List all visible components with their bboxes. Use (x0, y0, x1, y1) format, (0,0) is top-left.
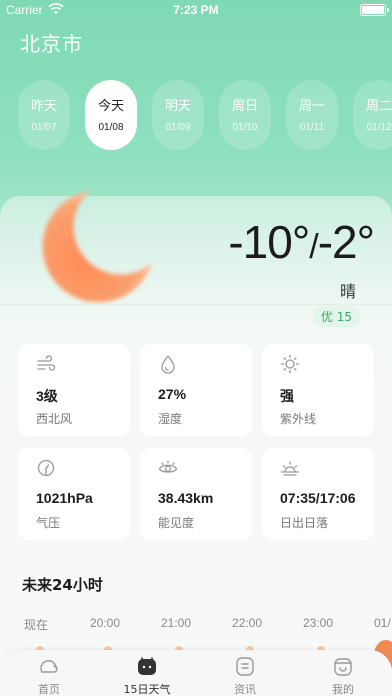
wind-value: 3级 (36, 388, 58, 404)
detail-tile-humidity: 27% 湿度 (140, 344, 252, 436)
humidity-label: 湿度 (158, 412, 183, 426)
detail-tile-wind: 3级 西北风 (18, 344, 130, 436)
battery-icon (360, 4, 389, 16)
temperature-range: -10°/-2° (228, 215, 375, 269)
tab-label: 资讯 (234, 683, 256, 696)
hourly-forecast-strip[interactable]: 现在 20:00 21:00 22:00 23:00 01/ (0, 616, 392, 636)
pressure-label: 气压 (36, 516, 61, 530)
day-date: 01/08 (98, 122, 124, 133)
hour-label: 20:00 (90, 616, 121, 630)
wind-label: 西北风 (36, 412, 73, 426)
tab-label: 首页 (38, 683, 60, 696)
day-item-yesterday[interactable]: 昨天 01/07 (18, 80, 70, 150)
pressure-icon (36, 458, 56, 478)
news-icon (234, 656, 256, 676)
sunrise-icon (280, 458, 300, 478)
sun-icon (280, 354, 300, 374)
day-name: 周二 (365, 99, 392, 114)
moon-icon (28, 185, 158, 315)
hour-label: 22:00 (232, 616, 263, 630)
tab-15day[interactable]: 15日天气 (112, 656, 182, 696)
visibility-label: 能见度 (158, 516, 195, 530)
uv-label: 紫外线 (280, 412, 317, 426)
detail-tile-uv: 强 紫外线 (262, 344, 374, 436)
humidity-icon (158, 354, 178, 374)
visibility-value: 38.43km (158, 490, 214, 506)
day-date: 01/11 (299, 122, 325, 133)
day-item-today[interactable]: 今天 01/08 (85, 80, 137, 150)
detail-tile-visibility: 38.43km 能见度 (140, 448, 252, 540)
day-name: 今天 (97, 99, 124, 114)
pressure-value: 1021hPa (36, 490, 93, 506)
day-name: 明天 (164, 99, 191, 114)
status-bar: Carrier 7:23 PM (0, 0, 392, 22)
temp-separator: / (309, 228, 319, 266)
sunrise-label: 日出日落 (280, 516, 329, 530)
tab-label: 15日天气 (123, 683, 171, 696)
hour-label: 01/ (374, 616, 391, 630)
day-date: 01/09 (165, 122, 191, 133)
day-name: 昨天 (30, 99, 57, 114)
hour-label: 现在 (24, 618, 49, 632)
day-item-sunday[interactable]: 周日 01/10 (219, 80, 271, 150)
temp-low: -10° (228, 216, 310, 268)
day-item-tuesday[interactable]: 周二 01/12 (353, 80, 392, 150)
aqi-badge[interactable]: 优 15 (312, 306, 360, 327)
detail-tile-pressure: 1021hPa 气压 (18, 448, 130, 540)
day-name: 周日 (231, 99, 258, 114)
hour-label: 23:00 (303, 616, 334, 630)
calendar-icon (136, 656, 158, 676)
visibility-icon (158, 458, 178, 478)
temp-high: -2° (317, 216, 375, 268)
wind-icon (36, 354, 56, 374)
day-item-monday[interactable]: 周一 01/11 (286, 80, 338, 150)
day-name: 周一 (298, 99, 325, 114)
tab-home[interactable]: 首页 (14, 656, 84, 696)
day-item-tomorrow[interactable]: 明天 01/09 (152, 80, 204, 150)
day-date: 01/12 (366, 122, 392, 133)
uv-value: 强 (280, 388, 294, 404)
status-time: 7:23 PM (173, 3, 219, 17)
tab-label: 我的 (332, 683, 354, 696)
detail-tile-sunrise: 07:35/17:06 日出日落 (262, 448, 374, 540)
tab-profile[interactable]: 我的 (308, 656, 378, 696)
forecast-24h-title: 未来24小时 (22, 576, 103, 594)
weather-condition: 晴 (339, 282, 356, 301)
day-date: 01/07 (31, 122, 57, 133)
day-selector: 昨天 01/07 今天 01/08 明天 01/09 周日 01/10 周一 0… (0, 80, 392, 160)
tab-news[interactable]: 资讯 (210, 656, 280, 696)
day-date: 01/10 (232, 122, 258, 133)
tab-bar: 首页 15日天气 资讯 我的 (0, 650, 392, 696)
sunrise-value: 07:35/17:06 (280, 490, 356, 506)
city-title[interactable]: 北京市 (20, 28, 83, 57)
humidity-value: 27% (158, 386, 187, 402)
home-icon (38, 656, 60, 676)
profile-icon (332, 656, 354, 676)
divider (0, 304, 392, 305)
hour-label: 21:00 (161, 616, 192, 630)
